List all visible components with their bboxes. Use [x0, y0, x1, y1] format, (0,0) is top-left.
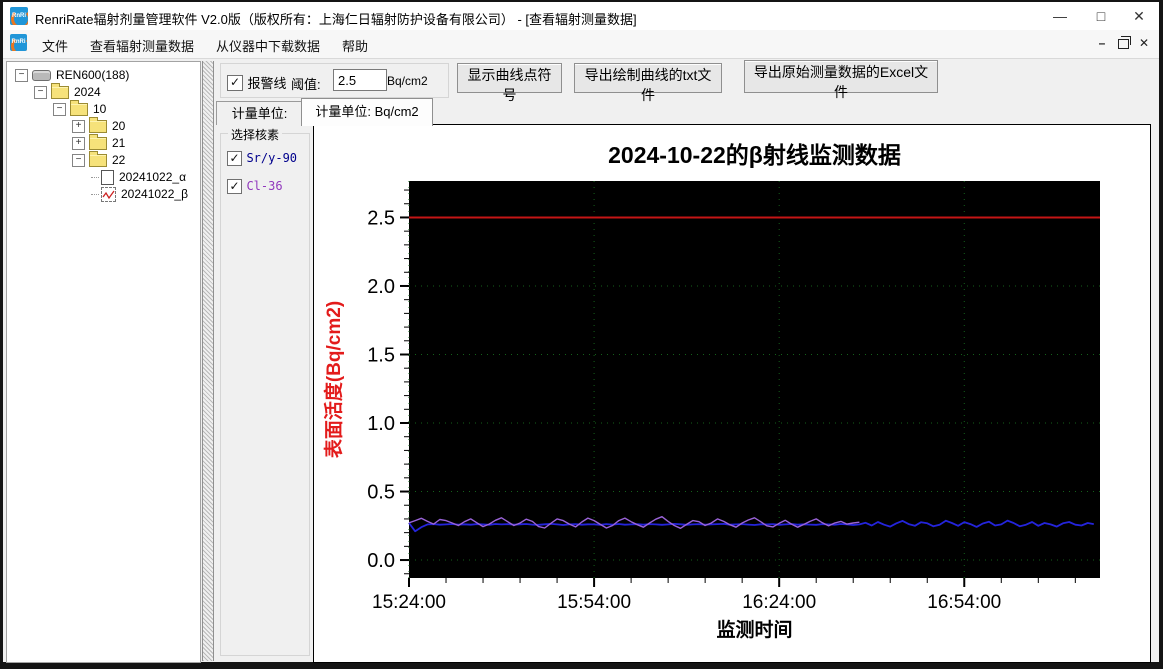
- collapse-toggle-icon[interactable]: −: [72, 154, 85, 168]
- menu-item-0[interactable]: 文件: [31, 30, 79, 61]
- threshold-unit-label: Bq/cm2: [387, 74, 428, 88]
- mdi-close-button[interactable]: ✕: [1135, 34, 1153, 52]
- export-txt-button[interactable]: 导出绘制曲线的txt文件: [574, 63, 722, 103]
- monitor-chart: 2024-10-22的β射线监测数据 0.0 0.5 1.0 1.5 2.0 2.5 15:2…: [322, 142, 1100, 641]
- y-tick-label: 0.0: [367, 550, 395, 572]
- x-tick-label: 15:24:00: [372, 592, 446, 613]
- folder-icon: [70, 100, 88, 117]
- tree-item[interactable]: − 2024: [11, 83, 200, 101]
- nuclide-label: Cl-36: [246, 179, 283, 193]
- y-tick-label: 1.0: [367, 413, 395, 435]
- show-curve-points-button[interactable]: 显示曲线点符号: [457, 63, 562, 103]
- tree-item-label: 2024: [74, 85, 101, 99]
- document-icon: [101, 170, 114, 186]
- measurement-tree: − REN600(188) −2024−10 +20 +21−22 20241022_α 2…: [6, 61, 201, 663]
- tree-root: − REN600(188) −2024−10 +20 +21−22 20241022_α 2…: [7, 62, 200, 203]
- export-excel-button[interactable]: 导出原始测量数据的Excel文件: [744, 60, 938, 100]
- app-window: RnRi RenriRate辐射剂量管理软件 V2.0版（版权所有：上海仁日辐射…: [3, 2, 1159, 663]
- folder-icon: [89, 117, 107, 134]
- alarm-line-group: ✓ 报警线 阈值: Bq/cm2: [220, 63, 449, 98]
- y-axis-label: 表面活度(Bq/cm2): [322, 301, 345, 458]
- checkbox-check-icon: ✓: [227, 178, 242, 194]
- mdi-document-icon: RnRi: [10, 34, 27, 51]
- app-logo-icon: RnRi: [10, 7, 28, 25]
- folder-icon: [89, 151, 107, 168]
- menu-bar: RnRi 文件 查看辐射测量数据 从仪器中下载数据 帮助 – ✕: [3, 30, 1159, 59]
- tree-item[interactable]: +21: [11, 134, 200, 152]
- collapse-toggle-icon[interactable]: −: [53, 103, 66, 117]
- x-tick-label: 16:24:00: [742, 592, 816, 613]
- tree-item-label: 10: [93, 102, 107, 116]
- threshold-label: 阈值:: [291, 77, 321, 92]
- device-icon: [32, 70, 51, 82]
- window-title: RenriRate辐射剂量管理软件 V2.0版（版权所有：上海仁日辐射防护设备有…: [35, 12, 637, 27]
- tree-item-label: 20241022_α: [119, 170, 187, 184]
- nuclide-checkbox-cl-36[interactable]: ✓ Cl-36: [227, 178, 283, 194]
- close-button[interactable]: ✕: [1122, 2, 1156, 30]
- chart-panel: 2024-10-22的β射线监测数据 0.0 0.5 1.0 1.5 2.0 2.5 15:2…: [313, 124, 1151, 663]
- tree-item[interactable]: − 22: [11, 151, 200, 169]
- tree-item[interactable]: +20: [11, 117, 200, 135]
- tree-item-label: REN600(188): [56, 68, 130, 82]
- chart-file-icon: [101, 187, 116, 203]
- minimize-button[interactable]: —: [1043, 2, 1077, 30]
- tab-unit-cps[interactable]: 计量单位: CPS: [216, 101, 303, 144]
- folder-icon: [89, 134, 107, 151]
- alarm-line-checkbox[interactable]: ✓ 报警线: [227, 73, 286, 92]
- checkbox-check-icon: ✓: [227, 150, 242, 166]
- threshold-input[interactable]: [333, 69, 387, 91]
- title-bar: RnRi RenriRate辐射剂量管理软件 V2.0版（版权所有：上海仁日辐射…: [3, 2, 1159, 30]
- tree-item[interactable]: − REN600(188): [11, 67, 200, 84]
- menu-item-2[interactable]: 从仪器中下载数据: [205, 30, 331, 61]
- panel-splitter[interactable]: [202, 61, 214, 661]
- tree-item[interactable]: − 10: [11, 100, 200, 118]
- tab-unit-bqcm2[interactable]: 计量单位: Bq/cm2: [301, 98, 433, 126]
- tree-connector: [91, 177, 99, 179]
- mdi-minimize-button[interactable]: –: [1093, 34, 1111, 52]
- mdi-restore-button[interactable]: [1114, 34, 1132, 52]
- collapse-toggle-icon[interactable]: −: [15, 69, 28, 83]
- y-tick-label: 2.0: [367, 276, 395, 298]
- menu-items: 文件 查看辐射测量数据 从仪器中下载数据 帮助: [31, 30, 379, 61]
- nuclide-select-group: 选择核素 ✓ Sr/y-90 ✓ Cl-36: [220, 126, 310, 656]
- x-axis-label: 监测时间: [716, 618, 792, 641]
- tree-item[interactable]: 20241022_α: [11, 169, 200, 186]
- tree-item-label: 21: [112, 136, 126, 150]
- tree-connector: [91, 194, 99, 196]
- expand-toggle-icon[interactable]: +: [72, 137, 85, 151]
- y-tick-label: 1.5: [367, 344, 395, 366]
- tree-item-label: 20241022_β: [121, 187, 188, 201]
- tree-item-label: 22: [112, 153, 126, 167]
- collapse-toggle-icon[interactable]: −: [34, 86, 47, 100]
- tree-item-label: 20: [112, 119, 126, 133]
- x-tick-label: 16:54:00: [927, 592, 1001, 613]
- alarm-line-label: 报警线: [247, 76, 287, 91]
- expand-toggle-icon[interactable]: +: [72, 120, 85, 134]
- maximize-button[interactable]: □: [1084, 2, 1118, 30]
- nuclide-checkbox-sr-y-90[interactable]: ✓ Sr/y-90: [227, 150, 297, 166]
- checkbox-check-icon: ✓: [227, 74, 243, 91]
- folder-icon: [51, 83, 69, 100]
- nuclide-group-title: 选择核素: [228, 126, 283, 143]
- menu-item-1[interactable]: 查看辐射测量数据: [79, 30, 205, 61]
- y-tick-label: 2.5: [367, 207, 395, 229]
- x-tick-label: 15:54:00: [557, 592, 631, 613]
- nuclide-label: Sr/y-90: [246, 151, 298, 165]
- restore-icon: [1117, 36, 1131, 49]
- chart-title: 2024-10-22的β射线监测数据: [608, 142, 901, 168]
- tree-item[interactable]: 20241022_β: [11, 186, 200, 203]
- y-tick-label: 0.5: [367, 482, 395, 504]
- menu-item-3[interactable]: 帮助: [331, 30, 379, 61]
